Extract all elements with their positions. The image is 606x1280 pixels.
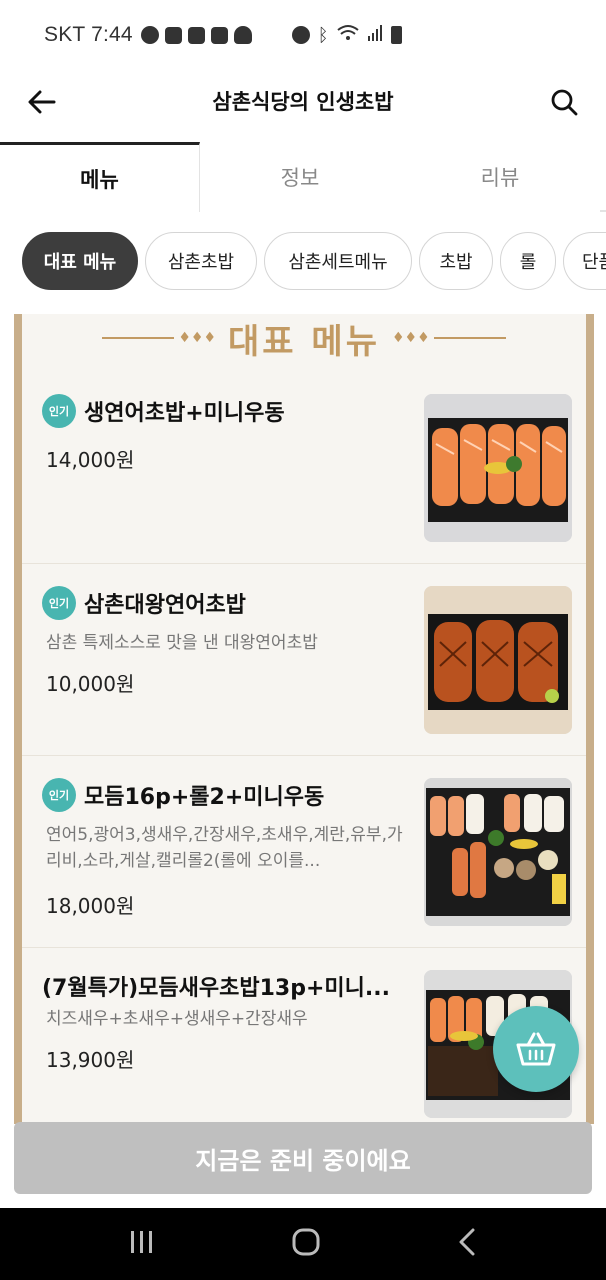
chip-samchon-set[interactable]: 삼촌세트메뉴 [264, 232, 412, 290]
cart-button[interactable] [493, 1006, 579, 1092]
menu-item[interactable]: 인기 삼촌대왕연어초밥 삼촌 특제소스로 맛을 낸 대왕연어초밥 10,000원 [22, 564, 586, 756]
chevron-left-icon [459, 1228, 475, 1256]
weather-icon [164, 26, 182, 44]
menu-board: ♦♦♦ 대표 메뉴 ♦♦♦ 인기 생연어초밥+미니우동 14,000원 인기 삼… [14, 314, 594, 1124]
alarm-icon [291, 26, 310, 44]
home-button[interactable] [292, 1228, 320, 1260]
item-photo [424, 778, 572, 926]
item-name-row: 인기 생연어초밥+미니우동 [42, 394, 285, 428]
item-name: 삼촌대왕연어초밥 [84, 593, 246, 618]
system-icons: ᛒ [291, 23, 402, 47]
tab-info[interactable]: 정보 [200, 142, 400, 212]
board-header: ♦♦♦ 대표 메뉴 ♦♦♦ [22, 314, 586, 362]
board-title: 대표 메뉴 [228, 321, 380, 362]
popular-badge: 인기 [42, 586, 76, 620]
status-bar: SKT 7:44 ᛒ [0, 0, 606, 70]
item-price: 10,000원 [46, 672, 135, 696]
item-description: 삼촌 특제소스로 맛을 낸 대왕연어초밥 [46, 633, 318, 653]
item-name: (7월특가)모듬새우초밥13p+미니... [42, 976, 390, 1001]
page-title: 삼촌식당의 인생초밥 [212, 90, 394, 114]
item-photo [424, 586, 572, 734]
item-name-row: 인기 모듬16p+롤2+미니우동 [42, 778, 324, 812]
recent-apps-button[interactable] [129, 1230, 155, 1258]
item-name: 생연어초밥+미니우동 [84, 401, 285, 426]
status-time: SKT 7:44 [44, 23, 133, 46]
kakaotalk-icon [140, 26, 159, 44]
app-header: 삼촌식당의 인생초밥 [0, 70, 606, 142]
chip-featured[interactable]: 대표 메뉴 [22, 232, 138, 290]
wifi-icon [336, 23, 359, 47]
chip-samchon-sushi[interactable]: 삼촌초밥 [145, 232, 257, 290]
instagram-icon [187, 26, 205, 44]
recent-apps-icon [130, 1231, 152, 1253]
ornament-left: ♦♦♦ [102, 330, 216, 346]
item-photo [424, 394, 572, 542]
signal-icon [367, 23, 383, 47]
cloud-icon [233, 26, 252, 44]
item-price: 13,900원 [46, 1048, 135, 1072]
item-name: 모듬16p+롤2+미니우동 [84, 785, 325, 810]
system-nav-bar [0, 1208, 606, 1280]
home-icon [292, 1228, 320, 1256]
chip-single[interactable]: 단품 [563, 232, 606, 290]
gallery-icon [210, 26, 228, 44]
tab-reviews[interactable]: 리뷰 [400, 142, 600, 212]
item-name-row: 인기 삼촌대왕연어초밥 [42, 586, 246, 620]
battery-icon [390, 26, 402, 44]
chip-sushi[interactable]: 초밥 [419, 232, 493, 290]
notification-icons [140, 26, 252, 44]
chip-roll[interactable]: 롤 [500, 232, 556, 290]
item-description: 연어5,광어3,생새우,간장새우,초새우,계란,유부,가리비,소라,게살,캘리롤… [46, 825, 403, 871]
system-back-button[interactable] [457, 1228, 477, 1260]
tab-menu[interactable]: 메뉴 [0, 142, 200, 212]
item-price: 18,000원 [46, 894, 135, 918]
popular-badge: 인기 [42, 778, 76, 812]
popular-badge: 인기 [42, 394, 76, 428]
item-description: 치즈새우+초새우+생새우+간장새우 [46, 1009, 308, 1029]
basket-icon [516, 1032, 556, 1066]
item-price: 14,000원 [46, 448, 135, 472]
tab-bar: 메뉴 정보 리뷰 [0, 142, 606, 212]
preparing-button[interactable]: 지금은 준비 중이에요 [14, 1122, 592, 1194]
search-button[interactable] [544, 82, 584, 122]
category-chips: 대표 메뉴 삼촌초밥 삼촌세트메뉴 초밥 롤 단품 [22, 232, 606, 294]
item-name-row: (7월특가)모듬새우초밥13p+미니... [42, 970, 390, 1002]
search-icon [551, 89, 578, 116]
menu-item[interactable]: 인기 모듬16p+롤2+미니우동 연어5,광어3,생새우,간장새우,초새우,계란… [22, 756, 586, 948]
menu-item[interactable]: 인기 생연어초밥+미니우동 14,000원 [22, 372, 586, 564]
ornament-right: ♦♦♦ [392, 330, 506, 346]
bluetooth-icon: ᛒ [317, 24, 329, 46]
